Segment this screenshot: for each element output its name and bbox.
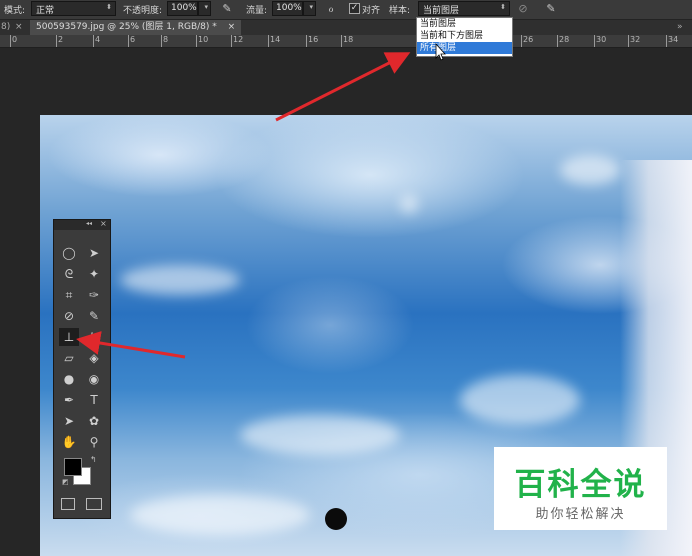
annotation-layer: [76, 42, 446, 359]
mouse-cursor-icon: [435, 42, 446, 61]
annotation-arrow: [76, 331, 186, 359]
annotation-arrow: [275, 52, 411, 122]
